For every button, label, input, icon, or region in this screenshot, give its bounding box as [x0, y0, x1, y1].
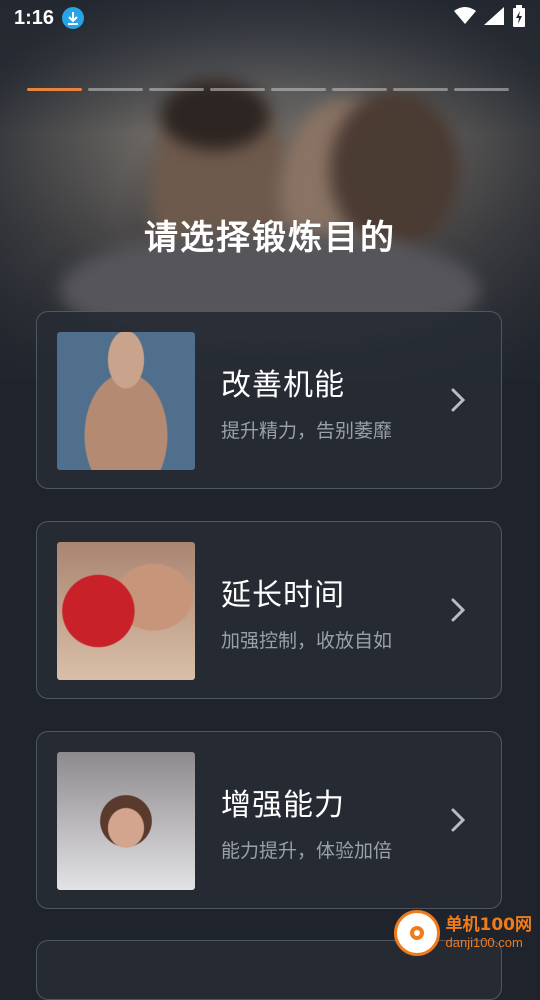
- progress-segment: [149, 88, 204, 91]
- progress-segment-active: [27, 88, 82, 91]
- watermark-domain: danji100.com: [445, 934, 523, 950]
- watermark: 单机100网 danji100.com: [393, 910, 533, 956]
- option-card-improve-function[interactable]: 改善机能 提升精力，告别萎靡: [36, 311, 502, 489]
- chevron-right-icon: [451, 388, 466, 416]
- option-title: 改善机能: [221, 368, 345, 403]
- chevron-right-icon: [451, 808, 466, 836]
- step-progress-indicator: [27, 88, 509, 91]
- progress-segment: [88, 88, 143, 91]
- option-card-enhance-ability[interactable]: 增强能力 能力提升，体验加倍: [36, 731, 502, 909]
- battery-icon: [512, 5, 526, 31]
- option-thumbnail: [57, 752, 195, 890]
- wifi-icon: [454, 7, 476, 29]
- download-icon: [62, 7, 85, 29]
- option-subtitle: 能力提升，体验加倍: [221, 840, 393, 862]
- watermark-name: 单机100网: [445, 915, 533, 936]
- option-subtitle: 提升精力，告别萎靡: [221, 420, 393, 442]
- option-title: 增强能力: [221, 788, 345, 823]
- option-subtitle: 加强控制，收放自如: [221, 630, 393, 652]
- signal-icon: [484, 7, 504, 29]
- page-title: 请选择锻炼目的: [144, 218, 396, 258]
- status-bar: 1:16: [0, 0, 540, 36]
- watermark-logo-icon: [393, 910, 440, 956]
- option-thumbnail: [57, 332, 195, 470]
- progress-segment: [332, 88, 387, 91]
- option-card-extend-time[interactable]: 延长时间 加强控制，收放自如: [36, 521, 502, 699]
- progress-segment: [454, 88, 509, 91]
- progress-segment: [210, 88, 265, 91]
- chevron-right-icon: [451, 598, 466, 626]
- status-time: 1:16: [14, 6, 55, 29]
- option-thumbnail: [57, 542, 195, 680]
- option-title: 延长时间: [221, 578, 345, 613]
- progress-segment: [393, 88, 448, 91]
- progress-segment: [271, 88, 326, 91]
